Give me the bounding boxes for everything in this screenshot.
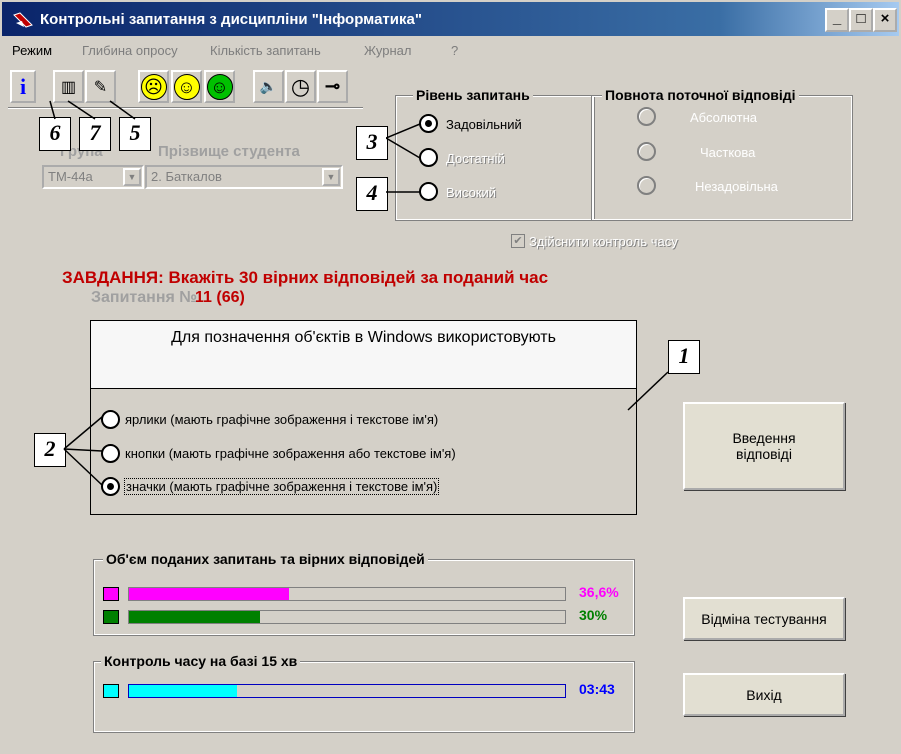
callout-4: 4 [356, 177, 388, 211]
title-bar: Контрольні запитання з дисципліни "Інфор… [0, 0, 901, 38]
timer-progress-fill [129, 685, 238, 697]
task-heading: ЗАВДАННЯ: Вкажіть 30 вірних відповідей з… [62, 268, 549, 287]
sound-button[interactable]: 🔈 [253, 70, 284, 103]
student-name-label: Прізвище студента [158, 143, 300, 160]
asked-progress-bar [128, 587, 566, 601]
student-value: 2. Баткалов [151, 169, 222, 184]
chevron-down-icon[interactable]: ▼ [123, 168, 141, 186]
correct-progress-fill [129, 611, 260, 623]
menu-journal[interactable]: Журнал [364, 43, 411, 58]
cancel-testing-label: Відміна тестування [701, 610, 827, 627]
completeness-radio-2[interactable] [637, 142, 656, 161]
cancel-testing-button[interactable]: Відміна тестування [683, 597, 845, 640]
correct-color-swatch [103, 610, 119, 624]
level-label-2: Достатній [446, 151, 505, 166]
group-combo[interactable]: ТМ-44а ▼ [42, 165, 144, 189]
timer-value: 03:43 [579, 681, 615, 697]
asked-percent: 36,6% [579, 584, 619, 600]
group-value: ТМ-44а [48, 169, 93, 184]
time-control-checkbox[interactable]: ✔ [511, 234, 525, 248]
neutral-face-icon: ☺ [173, 73, 200, 100]
book-icon: ▥ [60, 78, 77, 96]
menu-bar: Режим Глибина опросу Кількість запитань … [0, 38, 901, 62]
exit-label: Вихід [746, 686, 782, 703]
menu-help[interactable]: ? [451, 43, 458, 58]
timer-color-swatch [103, 684, 119, 698]
callout-leader-lines [49, 100, 136, 120]
student-combo[interactable]: 2. Баткалов ▼ [145, 165, 343, 189]
chevron-down-icon[interactable]: ▼ [322, 168, 340, 186]
minimize-button[interactable]: _ [825, 8, 849, 32]
completeness-label-3: Незадовільна [695, 179, 778, 194]
completeness-title: Повнота поточної відповіді [602, 87, 799, 103]
key-button[interactable]: ⊸ [317, 70, 348, 103]
timer-title: Контроль часу на базі 15 хв [101, 653, 301, 669]
happy-face-icon: ☺ [206, 73, 233, 100]
correct-progress-bar [128, 610, 566, 624]
level-label-3: Високий [446, 185, 497, 200]
correct-percent: 30% [579, 607, 608, 623]
callout-1-2-leaders [63, 371, 669, 486]
key-icon: ⊸ [324, 76, 341, 96]
pen-icon [12, 11, 34, 29]
clock-icon: ◷ [290, 73, 311, 99]
happy-face-button[interactable]: ☺ [204, 70, 235, 103]
level-title: Рівень запитань [413, 87, 533, 103]
progress-title: Об'єм поданих запитань та вірних відпові… [103, 551, 428, 567]
menu-depth[interactable]: Глибина опросу [82, 43, 178, 58]
callout-6: 6 [39, 117, 71, 151]
neutral-face-button[interactable]: ☺ [171, 70, 202, 103]
time-control-label: Здійснити контроль часу [529, 234, 678, 249]
level-label-1: Задовільний [446, 117, 522, 132]
callout-3-4-leaders [386, 123, 421, 193]
clock-button[interactable]: ◷ [285, 70, 316, 103]
exit-button[interactable]: Вихід [683, 673, 845, 716]
menu-mode[interactable]: Режим [12, 43, 52, 58]
timer-progress-bar [128, 684, 566, 698]
question-number-label: Запитання № [91, 289, 198, 306]
maximize-button[interactable]: □ [849, 8, 873, 32]
sad-face-button[interactable]: ☹ [138, 70, 169, 103]
speaker-icon: 🔈 [259, 78, 278, 94]
completeness-label-1: Абсолютна [690, 110, 757, 125]
completeness-radio-3[interactable] [637, 176, 656, 195]
close-button[interactable]: × [873, 8, 897, 32]
completeness-radio-1[interactable] [637, 107, 656, 126]
callout-7: 7 [79, 117, 111, 151]
info-button[interactable]: i [10, 70, 36, 103]
callout-3: 3 [356, 126, 388, 160]
info-icon: i [19, 73, 27, 99]
notes-icon: ✎ [93, 78, 108, 96]
callout-5: 5 [119, 117, 151, 151]
asked-progress-fill [129, 588, 289, 600]
submit-answer-label: Введення відповіді [732, 430, 796, 462]
window-title: Контрольні запитання з дисципліни "Інфор… [40, 11, 422, 28]
question-number: 11 (66) [195, 289, 245, 306]
completeness-label-2: Часткова [700, 145, 756, 160]
sad-face-icon: ☹ [140, 73, 167, 100]
menu-count[interactable]: Кількість запитань [210, 43, 321, 58]
asked-color-swatch [103, 587, 119, 601]
submit-answer-button[interactable]: Введення відповіді [683, 402, 845, 490]
